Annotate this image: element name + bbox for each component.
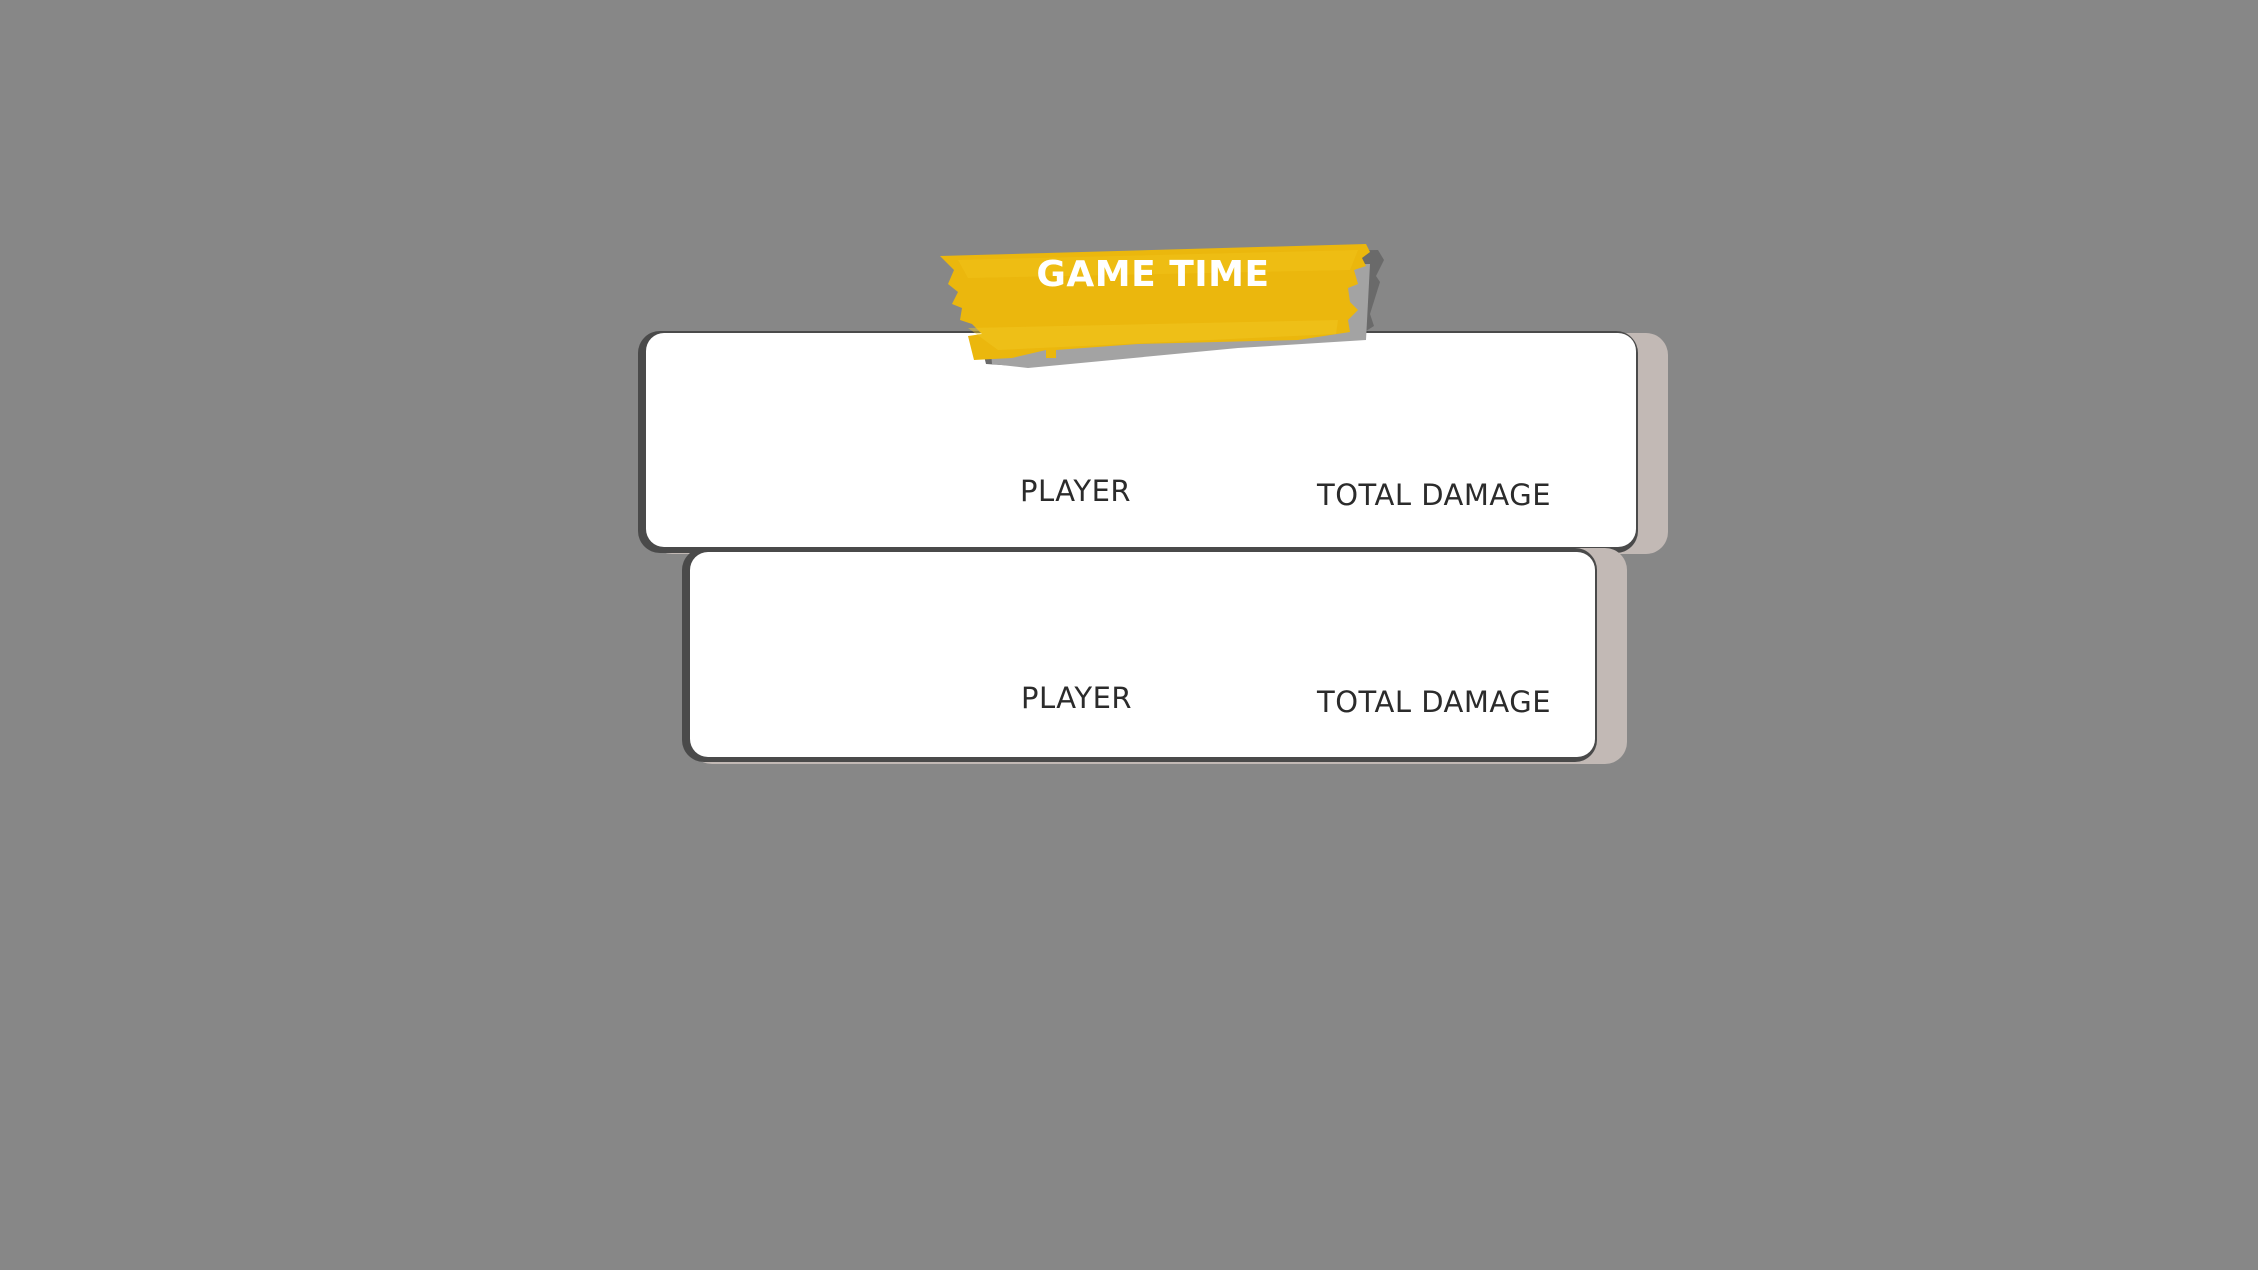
team-2-panel-body: PLAYER TOTAL DAMAGE — [690, 552, 1595, 757]
game-time-title: GAME TIME — [1036, 254, 1270, 295]
team-2-total-damage-header: TOTAL DAMAGE — [1317, 685, 1552, 719]
game-time-banner: GAME TIME — [938, 240, 1393, 370]
team-2-player-header: PLAYER — [1021, 681, 1133, 715]
team-1-player-header: PLAYER — [1020, 474, 1132, 508]
team-1-total-damage-header: TOTAL DAMAGE — [1317, 478, 1552, 512]
scoreboard-screen: PLAYER TOTAL DAMAGE PLAYER TOTAL DAMAGE … — [0, 0, 2258, 1270]
